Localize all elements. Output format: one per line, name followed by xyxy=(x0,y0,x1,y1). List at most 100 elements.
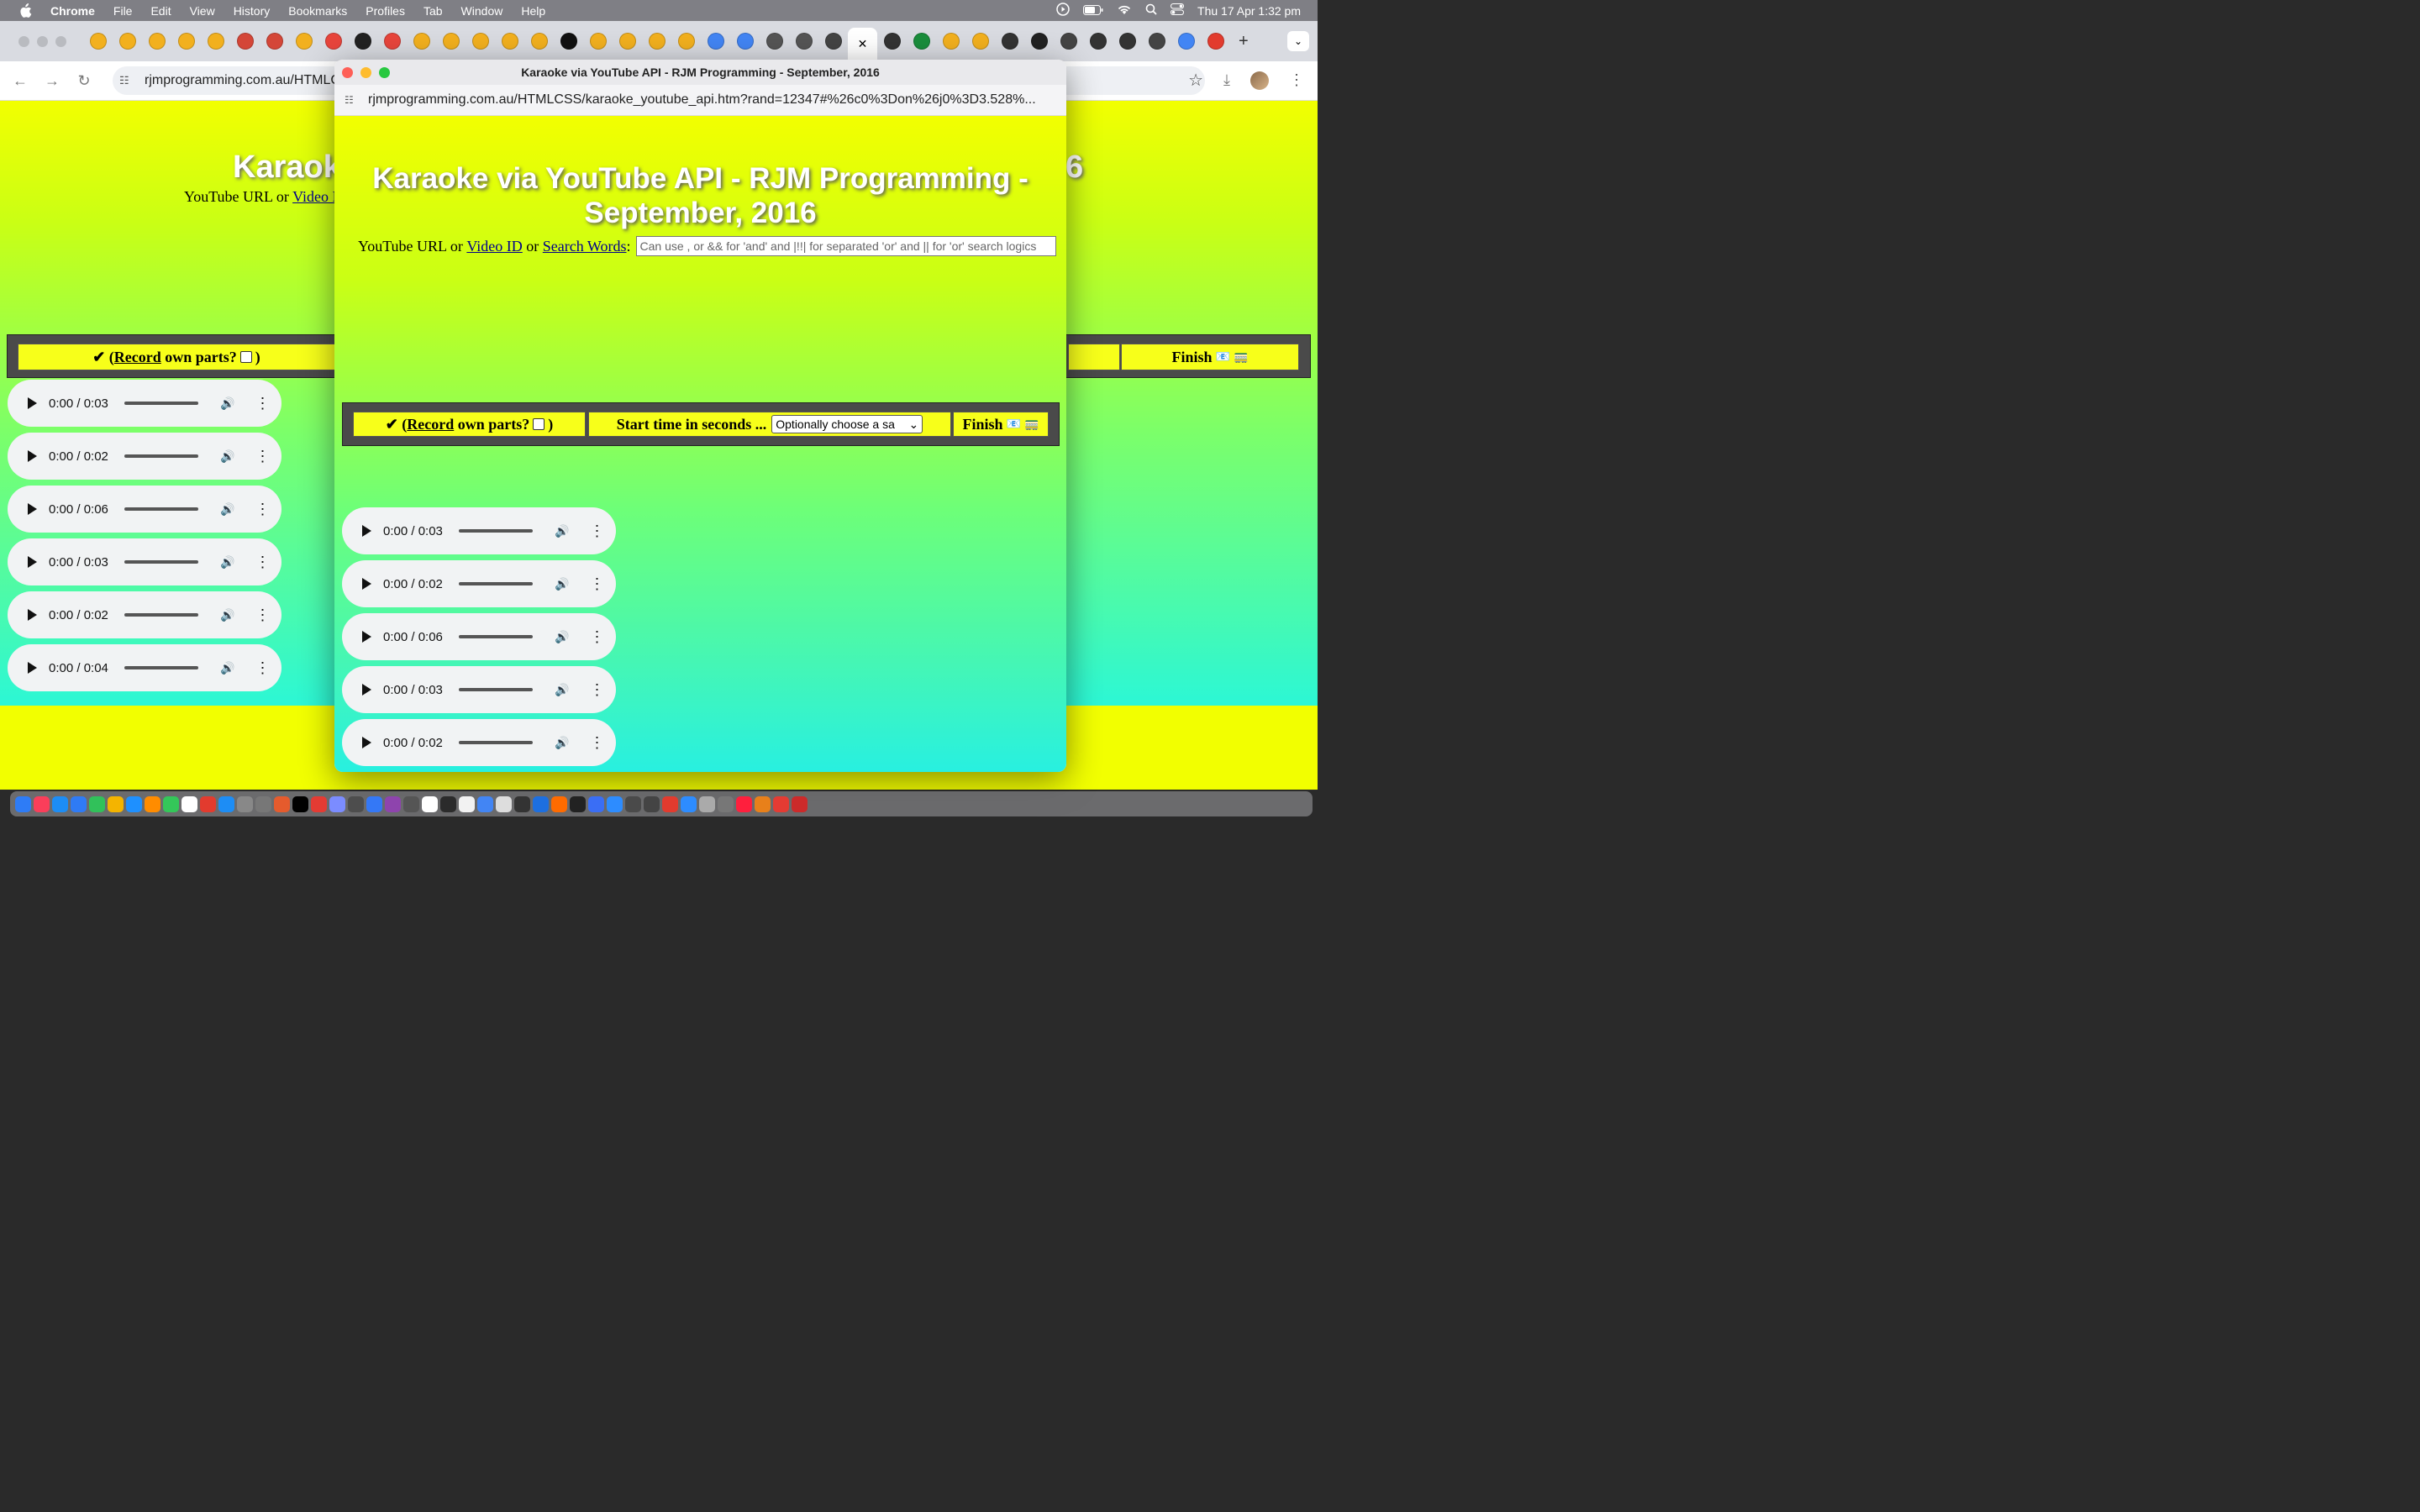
tab-favicon[interactable] xyxy=(1201,21,1230,61)
spotlight-search-icon[interactable] xyxy=(1145,3,1157,18)
dock-app-icon[interactable] xyxy=(699,795,715,812)
popup-site-info-icon[interactable]: ☷ xyxy=(345,94,361,106)
more-options-icon[interactable]: ⋮ xyxy=(589,523,604,538)
tab-favicon[interactable] xyxy=(1024,21,1054,61)
dock-app-icon[interactable] xyxy=(255,795,271,812)
tab-favicon[interactable] xyxy=(1054,21,1083,61)
finish-cell[interactable]: Finish 📧 🚃 xyxy=(953,412,1049,437)
dock-app-icon[interactable] xyxy=(200,795,216,812)
tab-favicon[interactable] xyxy=(83,21,113,61)
dock-app-icon[interactable] xyxy=(570,795,586,812)
tab-favicon[interactable] xyxy=(289,21,318,61)
tab-favicon[interactable] xyxy=(789,21,818,61)
dock-app-icon[interactable] xyxy=(163,795,179,812)
menu-view[interactable]: View xyxy=(190,4,215,18)
audio-player[interactable]: 0:00 / 0:03 🔊 ⋮ xyxy=(8,538,281,585)
volume-icon[interactable]: 🔊 xyxy=(555,524,569,538)
volume-icon[interactable]: 🔊 xyxy=(220,555,234,570)
more-options-icon[interactable]: ⋮ xyxy=(255,396,270,411)
tab-favicon[interactable] xyxy=(1142,21,1171,61)
more-options-icon[interactable]: ⋮ xyxy=(589,735,604,750)
dock-app-icon[interactable] xyxy=(126,795,142,812)
clock[interactable]: Thu 17 Apr 1:32 pm xyxy=(1197,4,1301,18)
play-icon[interactable] xyxy=(28,450,37,462)
audio-progress-slider[interactable] xyxy=(124,666,198,669)
tab-favicon[interactable] xyxy=(466,21,495,61)
play-icon[interactable] xyxy=(362,525,371,537)
audio-player[interactable]: 0:00 / 0:06 🔊 ⋮ xyxy=(342,613,616,660)
dock-app-icon[interactable] xyxy=(607,795,623,812)
tab-favicon[interactable] xyxy=(436,21,466,61)
tab-favicon[interactable] xyxy=(1083,21,1113,61)
tab-favicon[interactable] xyxy=(524,21,554,61)
train-icon[interactable]: 🚃 xyxy=(1024,417,1039,432)
back-icon[interactable]: ← xyxy=(7,72,34,90)
dock-app-icon[interactable] xyxy=(366,795,382,812)
dock-app-icon[interactable] xyxy=(311,795,327,812)
menu-history[interactable]: History xyxy=(234,4,271,18)
tab-active[interactable]: ✕ xyxy=(848,28,877,61)
dock-app-icon[interactable] xyxy=(773,795,789,812)
audio-progress-slider[interactable] xyxy=(124,560,198,564)
more-options-icon[interactable]: ⋮ xyxy=(255,607,270,622)
email-icon[interactable]: 📧 xyxy=(1007,417,1021,432)
audio-progress-slider[interactable] xyxy=(459,529,533,533)
dock-app-icon[interactable] xyxy=(385,795,401,812)
audio-progress-slider[interactable] xyxy=(124,613,198,617)
volume-icon[interactable]: 🔊 xyxy=(555,683,569,697)
tab-favicon[interactable] xyxy=(907,21,936,61)
forward-icon[interactable]: → xyxy=(39,72,66,90)
close-tab-icon[interactable]: ✕ xyxy=(855,37,871,52)
dock-app-icon[interactable] xyxy=(440,795,456,812)
menu-bookmarks[interactable]: Bookmarks xyxy=(288,4,347,18)
tab-favicon[interactable] xyxy=(730,21,760,61)
record-link[interactable]: Record xyxy=(407,416,454,433)
menu-profiles[interactable]: Profiles xyxy=(366,4,405,18)
tab-favicon[interactable] xyxy=(554,21,583,61)
tab-favicon[interactable] xyxy=(348,21,377,61)
dock-app-icon[interactable] xyxy=(145,795,160,812)
minimize-window-button[interactable] xyxy=(37,35,48,47)
audio-progress-slider[interactable] xyxy=(124,454,198,458)
site-info-icon[interactable]: ☷ xyxy=(119,74,139,87)
tab-favicon[interactable] xyxy=(260,21,289,61)
play-icon[interactable] xyxy=(28,503,37,515)
audio-player[interactable]: 0:00 / 0:02 🔊 ⋮ xyxy=(342,719,616,766)
menu-tab[interactable]: Tab xyxy=(424,4,443,18)
dock-app-icon[interactable] xyxy=(348,795,364,812)
tab-favicon[interactable] xyxy=(583,21,613,61)
dock-app-icon[interactable] xyxy=(274,795,290,812)
audio-progress-slider[interactable] xyxy=(459,635,533,638)
start-time-select[interactable]: Optionally choose a sa ⌄ xyxy=(771,415,923,433)
dock-app-icon[interactable] xyxy=(792,795,808,812)
dock-app-icon[interactable] xyxy=(459,795,475,812)
tab-favicon[interactable] xyxy=(1113,21,1142,61)
tab-favicon[interactable] xyxy=(877,21,907,61)
tab-favicon[interactable] xyxy=(642,21,671,61)
volume-icon[interactable]: 🔊 xyxy=(555,577,569,591)
battery-icon[interactable] xyxy=(1083,4,1103,18)
audio-player[interactable]: 0:00 / 0:03 🔊 ⋮ xyxy=(342,507,616,554)
audio-progress-slider[interactable] xyxy=(459,741,533,744)
dock-app-icon[interactable] xyxy=(329,795,345,812)
more-options-icon[interactable]: ⋮ xyxy=(255,554,270,570)
dock-app-icon[interactable] xyxy=(496,795,512,812)
dock-app-icon[interactable] xyxy=(718,795,734,812)
apple-icon[interactable] xyxy=(18,3,34,18)
tab-search-chevron-icon[interactable]: ⌄ xyxy=(1287,31,1309,51)
control-center-icon[interactable] xyxy=(1171,3,1185,18)
dock-app-icon[interactable] xyxy=(533,795,549,812)
more-options-icon[interactable]: ⋮ xyxy=(255,501,270,517)
dock-app-icon[interactable] xyxy=(403,795,419,812)
tab-favicon[interactable] xyxy=(407,21,436,61)
audio-player[interactable]: 0:00 / 0:03 🔊 ⋮ xyxy=(342,666,616,713)
dock-app-icon[interactable] xyxy=(681,795,697,812)
dock-app-icon[interactable] xyxy=(218,795,234,812)
dock-app-icon[interactable] xyxy=(736,795,752,812)
chrome-menu-icon[interactable]: ⋮ xyxy=(1289,71,1304,89)
menu-help[interactable]: Help xyxy=(521,4,545,18)
play-status-icon[interactable] xyxy=(1056,3,1070,18)
volume-icon[interactable]: 🔊 xyxy=(555,736,569,750)
menu-window[interactable]: Window xyxy=(461,4,503,18)
bg-train-icon[interactable]: 🚃 xyxy=(1234,350,1248,365)
